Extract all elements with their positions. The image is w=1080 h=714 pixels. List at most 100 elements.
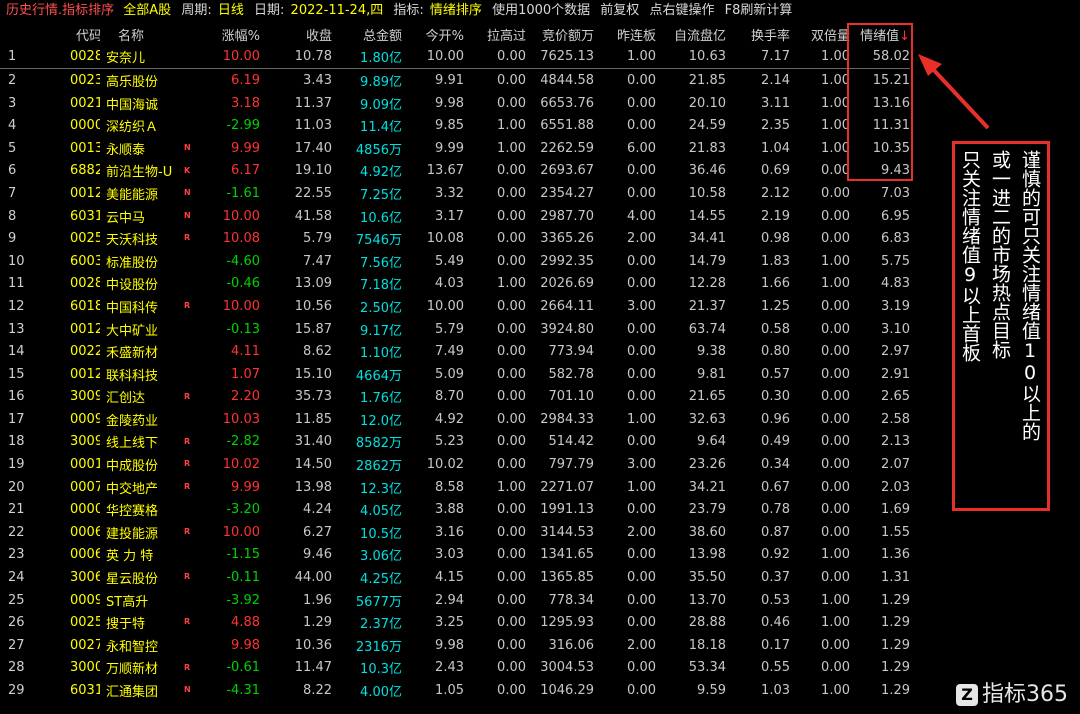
float-cap: 53.34 xyxy=(688,660,726,676)
header-col-index[interactable] xyxy=(0,23,30,46)
table-row[interactable]: 11 002883 中设股份 -0.46 13.09 7.18亿 4.03 1.00 2026.… xyxy=(0,273,910,296)
table-row[interactable]: 1002875安奈儿10.0010.781.80亿10.000.007625.1… xyxy=(0,45,910,70)
double-vol: 1.00 xyxy=(821,95,850,111)
table-row[interactable]: 8 603130 云中马N 10.00 41.58 10.6亿 3.17 0.00 2987.7… xyxy=(0,205,910,228)
float-cap: 24.59 xyxy=(688,118,726,134)
turnover: 2.35 xyxy=(761,118,790,134)
total-amount: 11.4亿 xyxy=(360,120,402,136)
total-amount: 7.18亿 xyxy=(360,278,402,294)
stock-name: 天沃科技 R xyxy=(106,233,190,249)
header-col-name[interactable]: 名称 xyxy=(100,23,190,46)
table-row[interactable]: 22 000600 建投能源R 10.00 6.27 10.5亿 3.16 0.00 3144.… xyxy=(0,521,910,544)
limit-days: 0.00 xyxy=(627,683,656,699)
table-row[interactable]: 20 000736 中交地产R 9.99 13.98 12.3亿 8.58 1.00 2271.… xyxy=(0,476,910,499)
bid-amount: 2354.27 xyxy=(540,185,594,201)
table-row[interactable]: 5 001338 永顺泰N 9.99 17.40 4856万 9.99 1.00 2262.59… xyxy=(0,137,910,160)
header-col-amount[interactable]: 总金额 xyxy=(332,23,402,46)
header-col-close[interactable]: 收盘 xyxy=(260,23,332,46)
close-price: 22.55 xyxy=(294,185,332,201)
table-row[interactable]: 15 001207 联科科技 1.07 15.10 4664万 5.09 0.00 582.78… xyxy=(0,363,910,386)
total-amount: 12.0亿 xyxy=(360,413,402,429)
double-vol: 0.00 xyxy=(821,344,850,360)
table-row[interactable]: 23 000635 英 力 特 -1.15 9.46 3.06亿 3.03 0.00 1341.… xyxy=(0,544,910,567)
header-col-limit-days[interactable]: 昨连板 xyxy=(594,23,656,46)
table-row[interactable]: 24 300648 星云股份R -0.11 44.00 4.25亿 4.15 0.00 1365… xyxy=(0,566,910,589)
table-row[interactable]: 7 001299 美能能源N -1.61 22.55 7.25亿 3.32 0.00 2354.… xyxy=(0,182,910,205)
change-pct: 4.88 xyxy=(231,615,260,631)
stock-flag-badge: N xyxy=(184,685,190,695)
adjust-mode[interactable]: 前复权 xyxy=(600,0,639,22)
table-row[interactable]: 10 600302 标准股份 -4.60 7.47 7.56亿 5.49 0.00 2992.3… xyxy=(0,250,910,273)
table-row[interactable]: 9 002564 天沃科技R 10.08 5.79 7546万 10.08 0.00 3365.… xyxy=(0,227,910,250)
header-col-code[interactable]: 代码 xyxy=(30,23,100,46)
pull-up: 0.00 xyxy=(497,524,526,540)
limit-days: 0.00 xyxy=(627,118,656,134)
header-col-pull[interactable]: 拉高过 xyxy=(464,23,526,46)
bid-amount: 582.78 xyxy=(548,366,595,382)
bid-amount: 2262.59 xyxy=(540,140,594,156)
header-col-double[interactable]: 双倍量 xyxy=(790,23,850,46)
table-row[interactable]: 26 002503 搜于特R 4.88 1.29 2.37亿 3.25 0.00 1295.93… xyxy=(0,611,910,634)
open-pct: 4.03 xyxy=(435,276,464,292)
table-row[interactable]: 2 002348 高乐股份 6.19 3.43 9.89亿 9.91 0.00 4844.58 0… xyxy=(0,69,910,92)
table-row[interactable]: 14 002290 禾盛新材 4.11 8.62 1.10亿 7.49 0.00 773.94 0… xyxy=(0,340,910,363)
stock-name: 前沿生物-U K xyxy=(106,165,190,181)
table-row[interactable]: 12 601858 中国科传R 10.00 10.56 2.50亿 10.00 0.00 266… xyxy=(0,295,910,318)
table-row[interactable]: 6 688221 前沿生物-UK 6.17 19.10 4.92亿 13.67 0.00 269… xyxy=(0,160,910,183)
pull-up: 1.00 xyxy=(497,276,526,292)
stock-name: 中国科传 R xyxy=(106,300,190,316)
stock-code: 600302 xyxy=(70,253,100,269)
table-row[interactable]: 3 002116 中国海诚 3.18 11.37 9.09亿 9.98 0.00 6653.76… xyxy=(0,92,910,115)
table-row[interactable]: 28 300057 万顺新材R -0.61 11.47 10.3亿 2.43 0.00 3004… xyxy=(0,657,910,680)
bid-amount: 2271.07 xyxy=(540,479,594,495)
open-pct: 2.43 xyxy=(435,660,464,676)
bid-amount: 6653.76 xyxy=(540,95,594,111)
indicator-value[interactable]: 情绪排序 xyxy=(430,0,482,22)
emotion-value: 2.07 xyxy=(881,457,910,473)
open-pct: 9.98 xyxy=(435,637,464,653)
header-col-float[interactable]: 自流盘亿 xyxy=(656,23,726,46)
window-title[interactable]: 历史行情.指标排序 xyxy=(0,0,114,22)
double-vol: 0.00 xyxy=(821,434,850,450)
period-value[interactable]: 日线 xyxy=(218,0,244,22)
open-pct: 9.99 xyxy=(435,140,464,156)
float-cap: 9.64 xyxy=(697,434,726,450)
row-index: 5 xyxy=(8,140,17,156)
table-row[interactable]: 29 603176 汇通集团N -4.31 8.22 4.00亿 1.05 0.00 1046.… xyxy=(0,679,910,702)
pull-up: 0.00 xyxy=(497,434,526,450)
header-col-change[interactable]: 涨幅% xyxy=(190,23,260,46)
stock-name: 建投能源 R xyxy=(106,526,190,542)
table-row[interactable]: 4 000045 深纺织Ａ -2.99 11.03 11.4亿 9.85 1.00 6551.8… xyxy=(0,114,910,137)
stock-name: 线上线下 R xyxy=(106,436,190,452)
stock-flag-badge: R xyxy=(184,527,190,537)
stock-name: 星云股份 R xyxy=(106,572,190,588)
market-selector[interactable]: 全部A股 xyxy=(123,0,171,22)
close-price: 8.62 xyxy=(303,344,332,360)
limit-days: 0.00 xyxy=(627,366,656,382)
table-row[interactable]: 19 000151 中成股份R 10.02 14.50 2862万 10.02 0.00 797… xyxy=(0,453,910,476)
close-price: 7.47 xyxy=(303,253,332,269)
emotion-value: 2.91 xyxy=(881,366,910,382)
table-row[interactable]: 17 000919 金陵药业 10.03 11.85 12.0亿 4.92 0.00 2984.… xyxy=(0,408,910,431)
header-col-turnover[interactable]: 换手率 xyxy=(726,23,790,46)
table-row[interactable]: 13 001203 大中矿业 -0.13 15.87 9.17亿 5.79 0.00 3924.… xyxy=(0,318,910,341)
header-col-bid[interactable]: 竞价额万 xyxy=(526,23,594,46)
pull-up: 0.00 xyxy=(497,231,526,247)
change-pct: 10.00 xyxy=(222,208,260,224)
date-value[interactable]: 2022-11-24,四 xyxy=(291,0,384,22)
double-vol: 0.00 xyxy=(821,637,850,653)
table-row[interactable]: 27 002795 永和智控 9.98 10.36 2316万 9.98 0.00 316.06… xyxy=(0,634,910,657)
limit-days: 4.00 xyxy=(627,208,656,224)
table-row[interactable]: 18 300959 线上线下R -2.82 31.40 8582万 5.23 0.00 514.… xyxy=(0,431,910,454)
table-row[interactable]: 21 000068 华控赛格 -3.20 4.24 4.05亿 3.88 0.00 1991.1… xyxy=(0,498,910,521)
open-pct: 3.88 xyxy=(435,502,464,518)
bid-amount: 2984.33 xyxy=(540,411,594,427)
emotion-value: 5.75 xyxy=(881,253,910,269)
date-label: 日期: xyxy=(254,3,285,18)
table-row[interactable]: 16 300909 汇创达R 2.20 35.73 1.76亿 8.70 0.00 701.10… xyxy=(0,386,910,409)
table-row[interactable]: 25 000971 ST高升 -3.92 1.96 5677万 2.94 0.00 778.34… xyxy=(0,589,910,612)
double-vol: 0.00 xyxy=(821,502,850,518)
stock-name: 永和智控 xyxy=(106,639,159,655)
double-vol: 0.00 xyxy=(821,366,850,382)
header-col-open[interactable]: 今开% xyxy=(402,23,464,46)
